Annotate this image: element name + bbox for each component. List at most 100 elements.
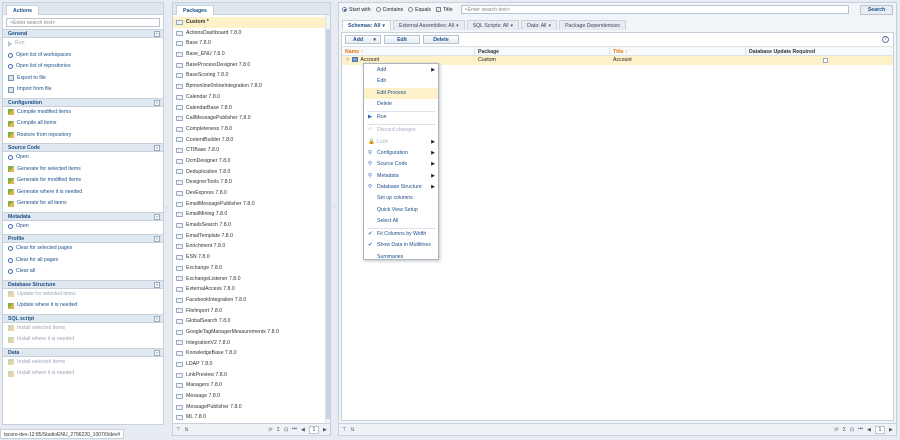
package-item[interactable]: FileImport 7.8.0 — [173, 306, 330, 317]
tab-data[interactable]: Data: All ▾ — [521, 20, 558, 30]
action-item[interactable]: Run — [3, 38, 163, 50]
tab-external-assemblies[interactable]: External Assemblies: All ▾ — [393, 20, 465, 30]
package-item[interactable]: EmailMessagePublisher 7.8.0 — [173, 199, 330, 210]
package-item[interactable]: MessagePublisher 7.8.0 — [173, 402, 330, 413]
menu-item-edit-process[interactable]: Edit Process — [364, 87, 438, 99]
chevron-down-icon[interactable]: ▾ — [456, 23, 459, 29]
refresh-icon[interactable]: ⟳ — [268, 427, 272, 433]
tab-packages[interactable]: Packages — [176, 5, 214, 15]
radio-contains[interactable]: Contains — [375, 7, 403, 13]
collapse-icon[interactable]: - — [154, 31, 160, 37]
collapse-icon[interactable]: - — [154, 145, 160, 151]
group-header-database-structure[interactable]: Database Structure - — [3, 279, 163, 289]
package-item[interactable]: LDAP 7.8.0 — [173, 359, 330, 370]
package-item[interactable]: GoogleTagManagerMeasurements 7.8.0 — [173, 327, 330, 338]
add-button[interactable]: Add ▾ — [345, 35, 381, 44]
package-item[interactable]: FacebookIntegration 7.8.0 — [173, 295, 330, 306]
chevron-down-icon[interactable]: ▾ — [548, 23, 551, 29]
collapse-icon[interactable]: - — [154, 281, 160, 288]
package-item[interactable]: DevExpress 7.8.0 — [173, 188, 330, 199]
tab-sql-scripts[interactable]: SQL Scripts: All ▾ — [466, 20, 520, 30]
menu-item-delete[interactable]: Delete — [364, 99, 438, 110]
column-header-package[interactable]: Package — [475, 47, 610, 55]
action-item[interactable]: Compile modified items — [3, 107, 163, 119]
checkbox-title[interactable]: ✓ Title — [435, 7, 453, 13]
package-item[interactable]: ActionsDashboard 7.8.0 — [173, 28, 330, 39]
tab-package-dependencies[interactable]: Package Dependencies — [559, 20, 626, 30]
group-header-sql-script[interactable]: SQL script - — [3, 313, 163, 323]
package-item[interactable]: Managers 7.8.0 — [173, 380, 330, 391]
package-item-selected[interactable]: Custom * — [173, 17, 330, 28]
action-item[interactable]: Generate for modified items — [3, 175, 163, 187]
column-header-title[interactable]: Title ↑ — [610, 47, 746, 55]
help-icon[interactable]: ? — [882, 36, 889, 43]
menu-item-add[interactable]: Add ▶ — [364, 65, 438, 76]
filter-icon[interactable]: ⊤ — [176, 427, 181, 433]
menu-item-discard-changes[interactable]: ↶ Discard changes — [364, 125, 438, 136]
package-item[interactable]: ExchangeListener 7.8.0 — [173, 274, 330, 285]
menu-item-database-structure[interactable]: ⚲ Database Structure ▶ — [364, 182, 438, 193]
action-item[interactable]: Open — [3, 221, 163, 233]
next-page-icon[interactable]: ▶ — [889, 427, 893, 433]
group-header-metadata[interactable]: Metadata - — [3, 211, 163, 221]
package-item[interactable]: ML 7.8.0 — [173, 412, 330, 423]
prev-page-icon[interactable]: ◀ — [867, 427, 871, 433]
action-item[interactable]: Open list of repositories — [3, 61, 163, 73]
refresh-icon[interactable]: ⟳ — [834, 427, 838, 433]
action-item[interactable]: Install selected items — [3, 323, 163, 335]
lock-icon[interactable]: ⊡ — [284, 427, 288, 433]
menu-item-summaries[interactable]: Summaries — [364, 252, 438, 263]
package-item[interactable]: EmailsSearch 7.8.0 — [173, 220, 330, 231]
tab-actions[interactable]: Actions — [6, 5, 40, 15]
action-item[interactable]: Open — [3, 152, 163, 164]
lock-icon[interactable]: ⊡ — [850, 427, 854, 433]
menu-item-quick-view-setup[interactable]: Quick View Setup — [364, 205, 438, 216]
menu-item-show-data-in-multilines[interactable]: ✔ Show Data in Multilines — [364, 240, 438, 251]
package-item[interactable]: GlobalSearch 7.8.0 — [173, 316, 330, 327]
middle-splitter[interactable]: › — [333, 205, 336, 219]
package-item[interactable]: Base 7.8.0 — [173, 38, 330, 49]
collapse-icon[interactable]: - — [154, 315, 160, 322]
group-header-general[interactable]: General - — [3, 29, 163, 38]
action-item[interactable]: Update for selected items — [3, 289, 163, 301]
first-page-icon[interactable]: ⏮ — [858, 426, 863, 433]
package-item[interactable]: Enrichment 7.8.0 — [173, 241, 330, 252]
menu-item-select-all[interactable]: Select All — [364, 216, 438, 227]
action-item[interactable]: Clear for selected pages — [3, 243, 163, 255]
package-item[interactable]: CalendarBase 7.8.0 — [173, 103, 330, 114]
sum-icon[interactable]: Σ — [843, 427, 846, 433]
package-item[interactable]: IntegrationV2 7.8.0 — [173, 338, 330, 349]
package-item[interactable]: Bpmonline0nlineIntegration 7.8.0 — [173, 81, 330, 92]
action-item[interactable]: Compile all items — [3, 118, 163, 130]
filter-icon[interactable]: ⊤ — [342, 427, 347, 433]
action-item[interactable]: Export to file — [3, 73, 163, 85]
page-number-input[interactable]: 1 — [875, 425, 885, 434]
action-item[interactable]: Generate for all items — [3, 198, 163, 210]
action-item[interactable]: Update where it is needed — [3, 300, 163, 312]
package-item[interactable]: LinkPreview 7.8.0 — [173, 370, 330, 381]
delete-button[interactable]: Delete — [423, 35, 459, 44]
edit-button[interactable]: Edit — [384, 35, 420, 44]
action-item[interactable]: Open list of workspaces — [3, 50, 163, 62]
column-header-db-update[interactable]: Database Update Required — [746, 47, 893, 55]
page-number-input[interactable]: 1 — [309, 425, 319, 434]
action-item[interactable]: Restore from repository — [3, 130, 163, 142]
menu-item-configuration[interactable]: ⚲ Configuration ▶ — [364, 148, 438, 159]
collapse-icon[interactable]: - — [154, 213, 160, 220]
action-item[interactable]: Install selected items — [3, 357, 163, 369]
package-item[interactable]: EmailTemplate 7.8.0 — [173, 231, 330, 242]
action-item[interactable]: Clear all — [3, 266, 163, 278]
action-item[interactable]: Clear for all pages — [3, 255, 163, 267]
package-item[interactable]: Completeness 7.8.0 — [173, 124, 330, 135]
menu-item-metadata[interactable]: ⚲ Metadata ▶ — [364, 171, 438, 182]
menu-item-run[interactable]: ▶ Run — [364, 112, 438, 123]
chevron-down-icon[interactable]: ▾ — [511, 23, 514, 29]
package-item[interactable]: ContentBuilder 7.8.0 — [173, 135, 330, 146]
main-search-input[interactable]: <Enter search text> — [460, 5, 849, 14]
collapse-icon[interactable]: - — [154, 236, 160, 242]
package-item[interactable]: BaseProcessDesigner 7.8.0 — [173, 60, 330, 71]
package-item[interactable]: Calendar 7.8.0 — [173, 92, 330, 103]
menu-item-set-up-columns[interactable]: Set up columns — [364, 193, 438, 204]
package-item[interactable]: CTIBase 7.8.0 — [173, 145, 330, 156]
scrollbar-thumb[interactable] — [326, 29, 330, 419]
